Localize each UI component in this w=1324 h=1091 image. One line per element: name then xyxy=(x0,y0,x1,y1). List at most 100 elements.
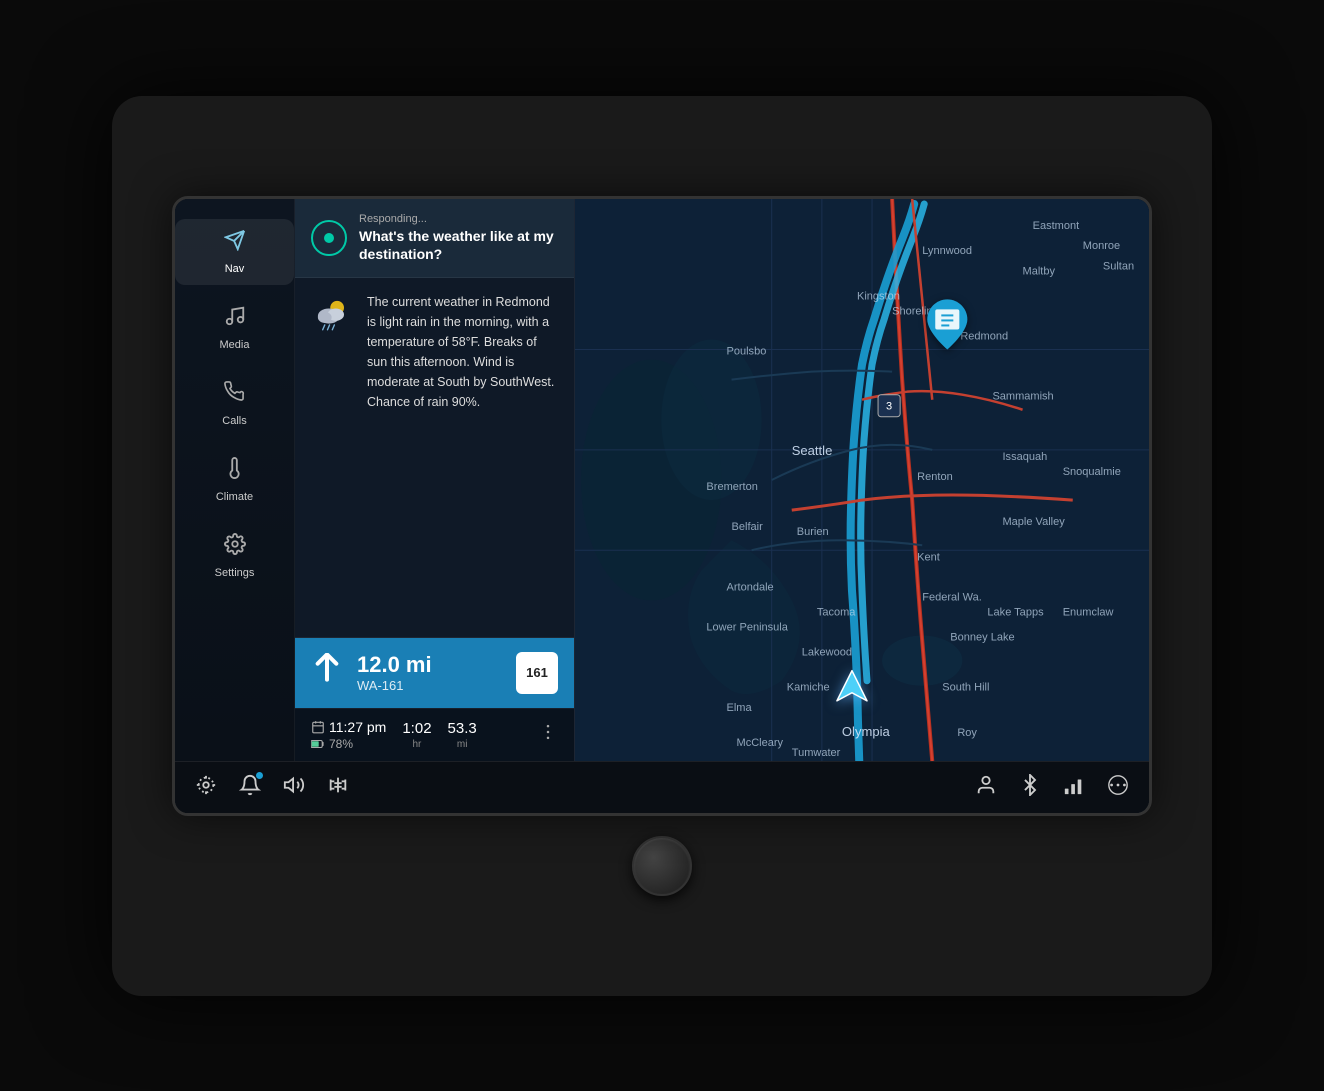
voice-query: What's the weather like at my destinatio… xyxy=(359,227,558,263)
city-federal-wa: Federal Wa. xyxy=(922,591,982,603)
city-lower-pen: Lower Peninsula xyxy=(706,621,788,633)
nav-instruction: 12.0 mi WA-161 161 xyxy=(295,638,574,708)
sidebar-item-nav[interactable]: Nav xyxy=(175,219,294,285)
status-bar xyxy=(175,761,1149,813)
calls-icon xyxy=(224,381,246,409)
trip-arrival-time: 11:27 pm xyxy=(329,719,386,735)
trip-duration-group: 1:02 hr xyxy=(402,720,431,750)
nav-distance-value: 12.0 mi xyxy=(357,652,502,678)
weather-description: The current weather in Redmond is light … xyxy=(367,292,558,412)
trip-distance-group: 53.3 mi xyxy=(448,720,477,750)
trip-arrival-row: 11:27 pm xyxy=(311,719,386,735)
city-lynnwood: Lynnwood xyxy=(922,245,972,257)
city-bremerton: Bremerton xyxy=(706,481,757,493)
city-snoqualmie: Snoqualmie xyxy=(1063,465,1121,477)
notification-badge xyxy=(255,771,264,780)
city-kingston: Kingston xyxy=(857,290,900,302)
city-kent: Kent xyxy=(917,551,940,563)
weather-icon xyxy=(311,294,355,346)
status-left xyxy=(195,774,975,801)
gps-icon xyxy=(195,774,217,796)
city-elma: Elma xyxy=(727,701,753,713)
weather-content: The current weather in Redmond is light … xyxy=(311,292,558,412)
city-kamiche: Kamiche xyxy=(787,681,830,693)
voice-bar: Responding... What's the weather like at… xyxy=(295,199,574,278)
sidebar-item-calls[interactable]: Calls xyxy=(175,371,294,437)
volume-status-icon[interactable] xyxy=(283,774,305,801)
knob-area xyxy=(632,836,692,896)
city-south-hill: South Hill xyxy=(942,681,989,693)
status-right xyxy=(975,774,1129,801)
map-svg: Eastmont Monroe Sultan Lynnwood Maltby K… xyxy=(575,199,1149,761)
equalizer-status-icon[interactable] xyxy=(327,774,349,801)
trip-battery-row: 78% xyxy=(311,737,386,751)
bluetooth-icon xyxy=(1019,774,1041,796)
nav-icon xyxy=(224,229,246,257)
city-issaquah: Issaquah xyxy=(1003,450,1048,462)
profile-status-icon[interactable] xyxy=(975,774,997,801)
settings-icon xyxy=(224,533,246,561)
city-mccleary: McCleary xyxy=(737,736,784,748)
trip-time-group: 11:27 pm 78% xyxy=(311,719,386,751)
nav-arrow-icon xyxy=(311,653,343,692)
city-bonney-lake: Bonney Lake xyxy=(950,631,1014,643)
city-monroe: Monroe xyxy=(1083,240,1120,252)
screen-content: Nav Media xyxy=(175,199,1149,761)
city-burien: Burien xyxy=(797,526,829,538)
city-poulsbo: Poulsbo xyxy=(727,345,767,357)
city-olympia: Olympia xyxy=(842,723,891,738)
map-area[interactable]: Eastmont Monroe Sultan Lynnwood Maltby K… xyxy=(575,199,1149,761)
nav-road-name: WA-161 xyxy=(357,678,502,693)
car-frame: Nav Media xyxy=(112,96,1212,996)
city-redmond: Redmond xyxy=(960,330,1008,342)
trip-duration-label: hr xyxy=(412,739,421,750)
city-sultan: Sultan xyxy=(1103,260,1134,272)
city-sammamish: Sammamish xyxy=(992,390,1053,402)
city-lake-tapps: Lake Tapps xyxy=(987,606,1044,618)
clock-icon xyxy=(311,720,325,734)
more-icon xyxy=(1107,774,1129,796)
trip-duration: 1:02 xyxy=(402,720,431,737)
sidebar-item-settings[interactable]: Settings xyxy=(175,523,294,589)
trip-battery-pct: 78% xyxy=(329,737,353,751)
voice-status: Responding... xyxy=(359,213,558,225)
sidebar-item-media[interactable]: Media xyxy=(175,295,294,361)
calls-label: Calls xyxy=(222,415,246,427)
city-maple-valley: Maple Valley xyxy=(1003,516,1066,528)
city-enumclaw: Enumclaw xyxy=(1063,606,1114,618)
city-maltby: Maltby xyxy=(1023,265,1056,277)
overlay-panel: Responding... What's the weather like at… xyxy=(295,199,575,761)
more-status-icon[interactable] xyxy=(1107,774,1129,801)
sidebar: Nav Media xyxy=(175,199,295,761)
control-knob[interactable] xyxy=(632,836,692,896)
climate-label: Climate xyxy=(216,491,253,503)
profile-icon xyxy=(975,774,997,796)
trip-bar: 11:27 pm 78% xyxy=(295,708,574,761)
screen-bezel: Nav Media xyxy=(172,196,1152,816)
battery-icon xyxy=(311,739,325,749)
city-eastmont: Eastmont xyxy=(1033,220,1080,232)
city-roy: Roy xyxy=(957,726,977,738)
svg-text:161: 161 xyxy=(526,665,548,680)
city-belfair: Belfair xyxy=(732,521,764,533)
trip-distance-label: mi xyxy=(457,739,468,750)
city-artondale: Artondale xyxy=(727,581,774,593)
media-icon xyxy=(224,305,246,333)
climate-icon xyxy=(224,457,246,485)
notification-status-icon[interactable] xyxy=(239,774,261,801)
trip-more-button[interactable] xyxy=(538,722,558,747)
city-renton: Renton xyxy=(917,471,953,483)
city-seattle: Seattle xyxy=(792,442,833,457)
city-tacoma: Tacoma xyxy=(817,606,856,618)
highway-number-3: 3 xyxy=(886,400,892,412)
bluetooth-status-icon[interactable] xyxy=(1019,774,1041,801)
media-label: Media xyxy=(220,339,250,351)
city-tumwater: Tumwater xyxy=(792,746,841,758)
voice-text: Responding... What's the weather like at… xyxy=(359,213,558,263)
settings-label: Settings xyxy=(215,567,255,579)
nav-road-icon-badge: 161 xyxy=(516,652,558,694)
signal-status-icon[interactable] xyxy=(1063,774,1085,801)
sidebar-item-climate[interactable]: Climate xyxy=(175,447,294,513)
gps-status-icon[interactable] xyxy=(195,774,217,801)
weather-response: The current weather in Redmond is light … xyxy=(295,278,574,638)
